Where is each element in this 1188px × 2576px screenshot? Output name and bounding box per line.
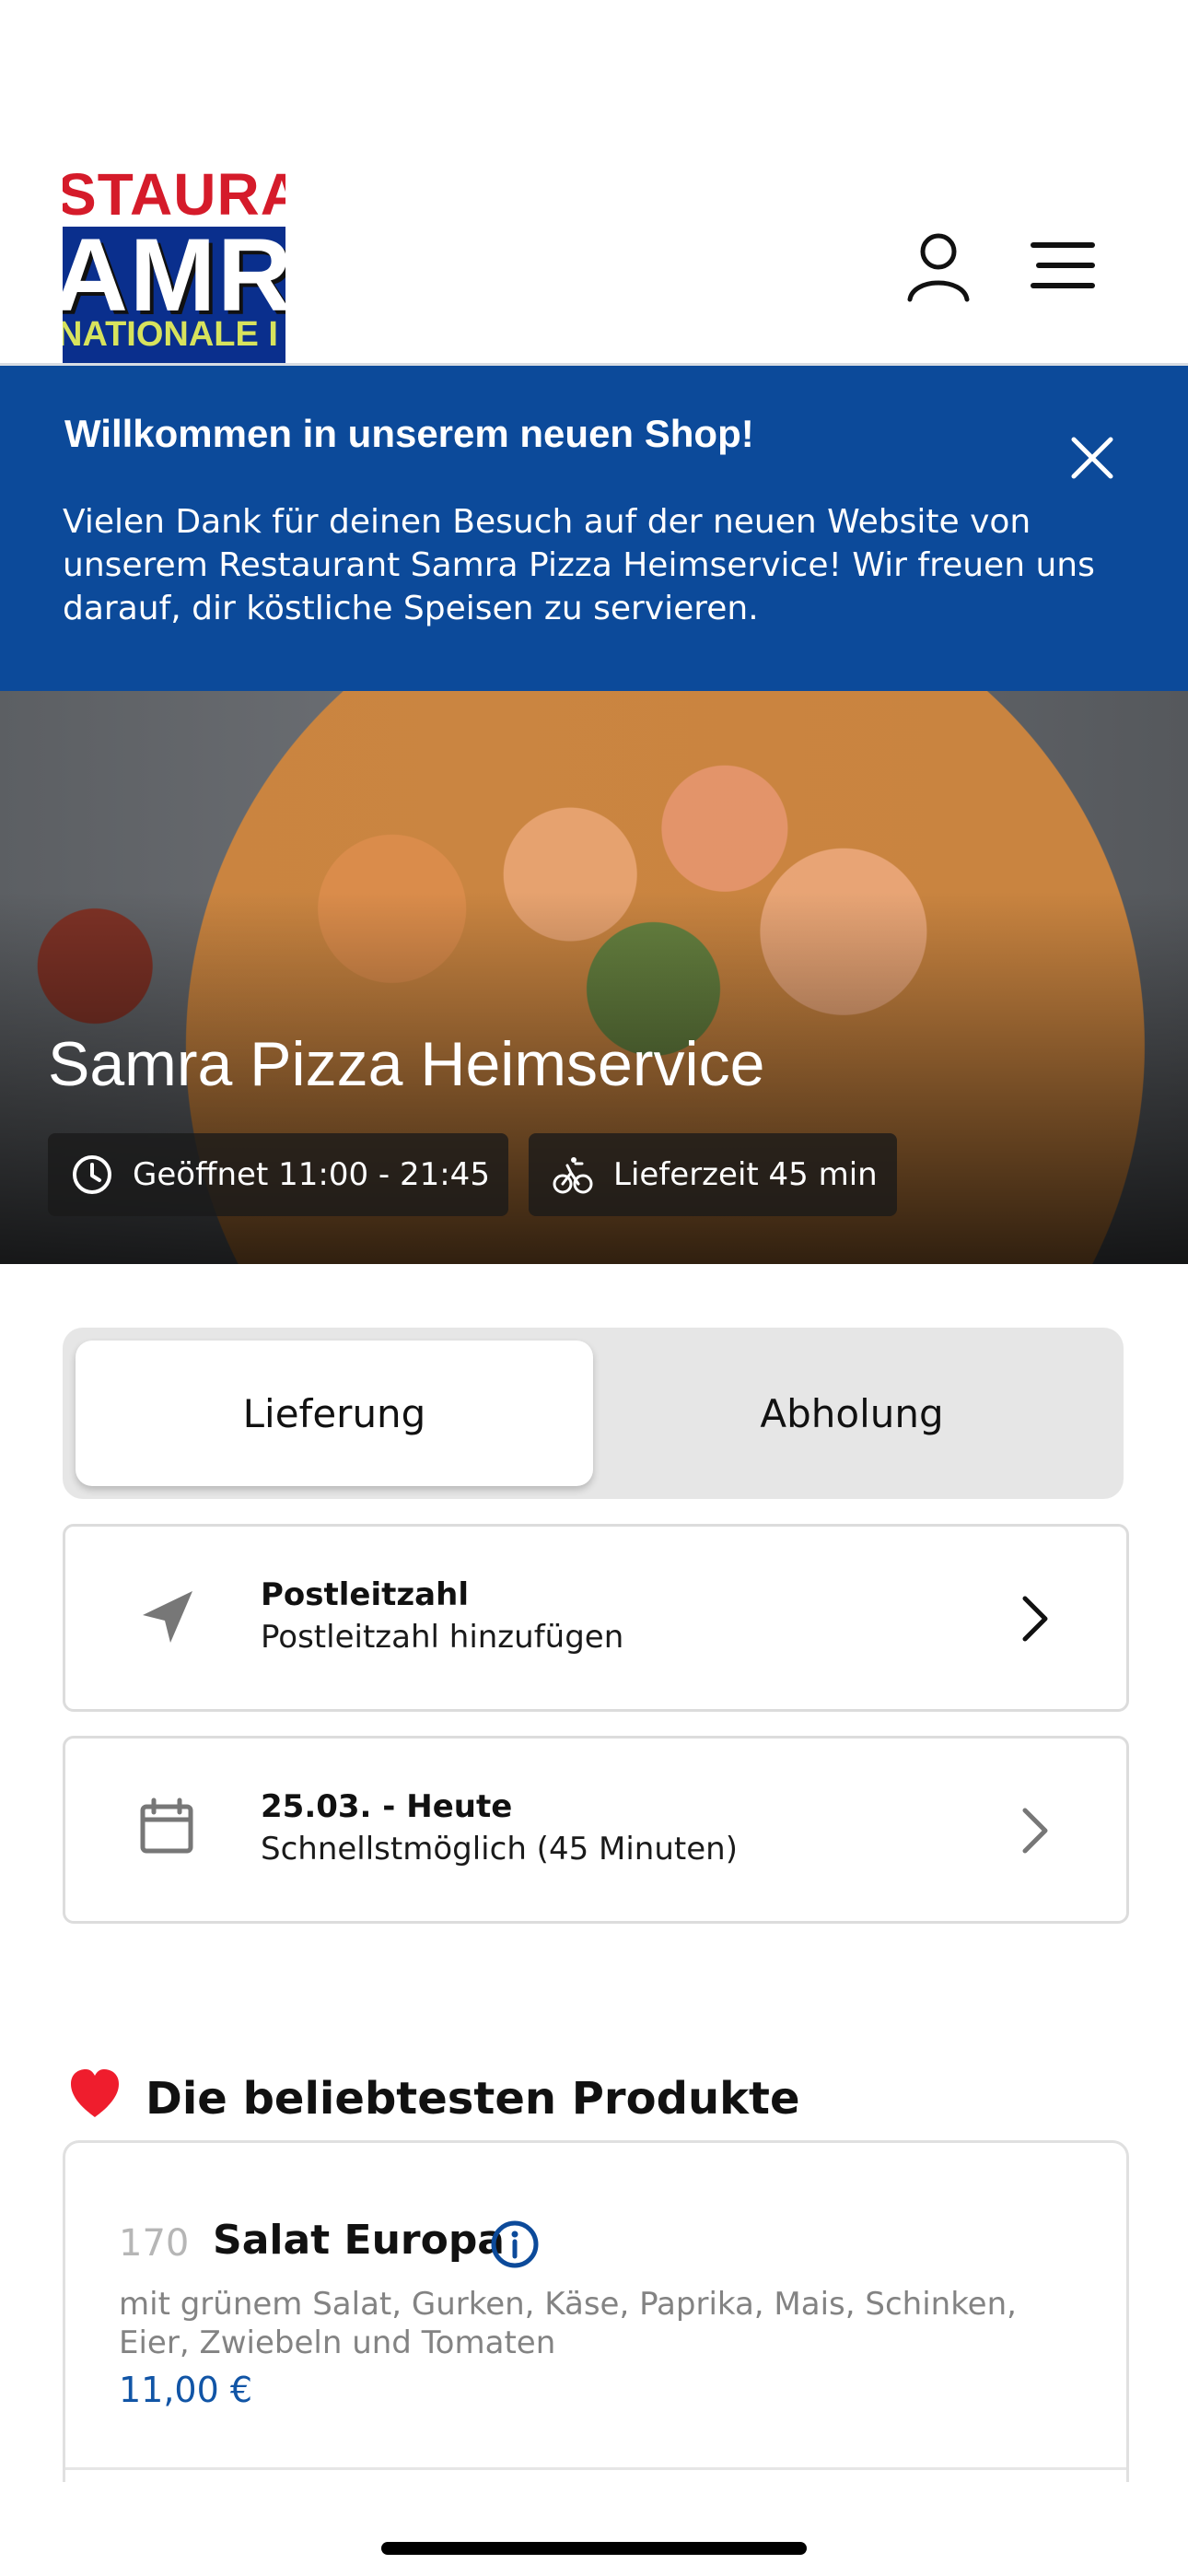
postal-code-value: Postleitzahl hinzufügen	[261, 1619, 624, 1656]
welcome-banner: Willkommen in unserem neuen Shop! Vielen…	[0, 366, 1188, 691]
delivery-time-chip: Lieferzeit 45 min	[529, 1133, 897, 1216]
delivery-date-title: 25.03. - Heute	[261, 1788, 513, 1825]
top-header: STAURAN AMR NATIONALE I	[0, 0, 1188, 366]
pickup-tab[interactable]: Abholung	[593, 1341, 1111, 1486]
popular-products-heading: Die beliebtesten Produkte	[66, 2067, 800, 2131]
opening-hours-text: Geöffnet 11:00 - 21:45	[133, 1156, 490, 1193]
logo-bottom-text: NATIONALE I	[63, 315, 278, 354]
restaurant-hero-image: Samra Pizza Heimservice Geöffnet 11:00 -…	[0, 691, 1188, 1264]
chevron-right-icon[interactable]	[1008, 1589, 1060, 1648]
product-price: 11,00 €	[119, 2370, 253, 2410]
close-icon[interactable]	[1063, 428, 1122, 487]
product-description: mit grünem Salat, Gurken, Käse, Paprika,…	[119, 2286, 1017, 2361]
banner-title: Willkommen in unserem neuen Shop!	[64, 412, 754, 455]
postal-code-title: Postleitzahl	[261, 1576, 469, 1613]
app-page: STAURAN AMR NATIONALE I Willkommen in un…	[0, 0, 1188, 2576]
info-icon[interactable]	[489, 2219, 541, 2270]
menu-icon[interactable]	[1028, 238, 1098, 293]
heart-icon	[66, 2067, 123, 2131]
chevron-right-icon[interactable]	[1008, 1801, 1060, 1860]
restaurant-logo[interactable]: STAURAN AMR NATIONALE I	[63, 151, 285, 363]
delivery-time-text: Lieferzeit 45 min	[613, 1156, 878, 1193]
bike-icon	[553, 1157, 593, 1194]
calendar-icon	[134, 1796, 200, 1862]
clock-icon	[73, 1155, 111, 1194]
delivery-date-value: Schnellstmöglich (45 Minuten)	[261, 1831, 738, 1868]
bottom-safe-area	[0, 2482, 1188, 2576]
opening-hours-chip: Geöffnet 11:00 - 21:45	[48, 1133, 508, 1216]
product-name: Salat Europa	[213, 2217, 506, 2264]
postal-code-card[interactable]: Postleitzahl Postleitzahl hinzufügen	[63, 1524, 1129, 1712]
user-icon[interactable]	[901, 228, 976, 304]
location-arrow-icon	[134, 1584, 200, 1650]
delivery-tab[interactable]: Lieferung	[76, 1341, 593, 1486]
product-divider	[65, 2467, 1126, 2470]
delivery-date-card[interactable]: 25.03. - Heute Schnellstmöglich (45 Minu…	[63, 1736, 1129, 1924]
product-number: 170	[119, 2222, 190, 2265]
banner-text: Vielen Dank für deinen Besuch auf der ne…	[63, 503, 1095, 627]
popular-products-title: Die beliebtesten Produkte	[146, 2072, 800, 2125]
home-indicator[interactable]	[381, 2542, 807, 2555]
restaurant-name: Samra Pizza Heimservice	[48, 1029, 765, 1099]
delivery-pickup-toggle[interactable]: Lieferung Abholung	[63, 1328, 1124, 1499]
